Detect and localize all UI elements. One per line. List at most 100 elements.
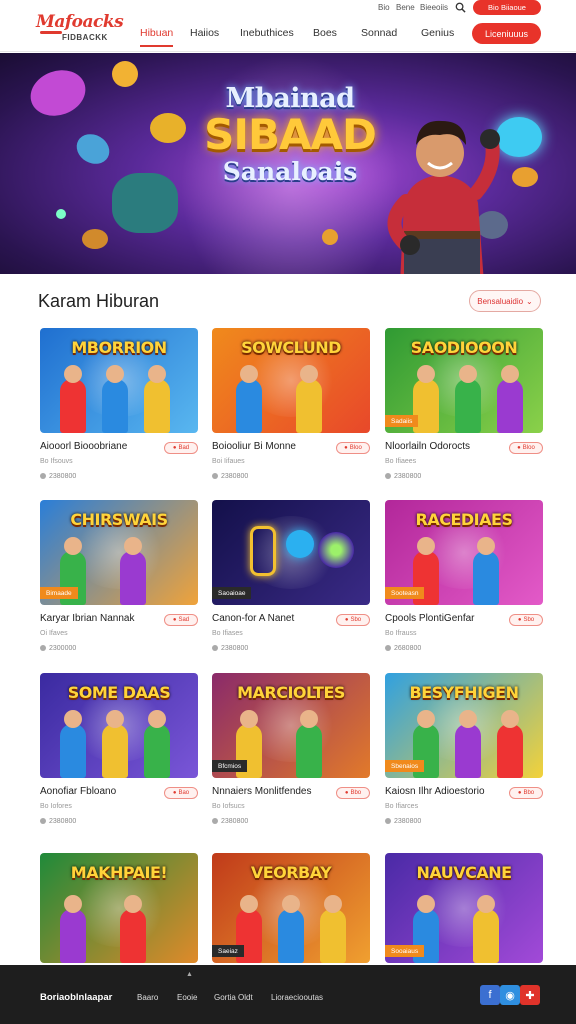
nav-item-6[interactable]: Genius: [421, 27, 454, 39]
game-play-badge[interactable]: ● Bbo: [509, 787, 543, 799]
badge-dot-icon: ●: [517, 445, 521, 451]
game-thumbnail[interactable]: Saoaioae: [212, 500, 370, 605]
game-thumbnail[interactable]: MARCIOLTES Bfcmios: [212, 673, 370, 778]
top-link-2[interactable]: Bene: [396, 3, 415, 12]
game-card[interactable]: RACEDIAES Sooteasn Cpools PlontiGenfar ● Sbo…: [385, 500, 543, 655]
game-player-value: 2300000: [49, 645, 77, 652]
floating-orb-icon: [496, 117, 542, 157]
top-link-1[interactable]: Bio: [378, 3, 390, 12]
game-title[interactable]: Kaiosn Ilhr Adioestorio: [385, 786, 485, 797]
game-thumbnail[interactable]: MBORRION: [40, 328, 198, 433]
game-card[interactable]: SOME DAAS Aonofiar Fbloano ● Bao Bo Iofores 2…: [40, 673, 198, 828]
section-title: Karam Hiburan: [38, 291, 160, 311]
game-card[interactable]: Saoaioae Canon-for A Nanet ● Sbo Bo Ifiases 2…: [212, 500, 370, 655]
nav-item-3[interactable]: Inebuthices: [240, 27, 294, 39]
game-character: [296, 724, 322, 778]
game-thumbnail[interactable]: VEORBAY Saeiaz: [212, 853, 370, 963]
game-subtitle: Oi Ifaves: [40, 630, 68, 637]
footer-link-4[interactable]: Lioraeciooutas: [271, 993, 323, 1002]
game-title[interactable]: Aiooorl Biooobriane: [40, 441, 127, 452]
footer-link-3[interactable]: Gortia Oldt: [214, 993, 253, 1002]
game-card[interactable]: CHIRSWAIS Bimaade Karyar Ibrian Nannak ● Sad…: [40, 500, 198, 655]
top-action-pill[interactable]: Bio Biiaoue: [473, 0, 541, 15]
game-thumbnail[interactable]: SOWCLUND: [212, 328, 370, 433]
game-card[interactable]: SAODIOOON Sadaiis Nloorlailn Odorocts ● Bloo…: [385, 328, 543, 483]
game-badge-label: Bbo: [350, 790, 362, 796]
badge-dot-icon: ●: [344, 790, 349, 796]
chevron-down-icon: ⌄: [526, 296, 533, 306]
game-thumbnail[interactable]: SOME DAAS: [40, 673, 198, 778]
facebook-icon[interactable]: f: [480, 985, 500, 1005]
game-card[interactable]: SOWCLUND Boiooliur Bi Monne ● Bloo Boi Iifau…: [212, 328, 370, 483]
top-action-label: Bio Biiaoue: [488, 3, 526, 12]
game-character: [296, 379, 322, 433]
game-play-badge[interactable]: ● Sad: [164, 614, 198, 626]
game-character: [60, 379, 86, 433]
game-character-head: [148, 365, 166, 383]
game-character-head: [240, 895, 258, 913]
game-player-value: 2380800: [49, 818, 77, 825]
game-card[interactable]: MAKHPAIE!: [40, 853, 198, 965]
game-thumbnail[interactable]: NAUVCANE Sooaiaus: [385, 853, 543, 963]
game-character: [60, 909, 86, 963]
hero-title: Mbainad SIBAAD Sanaloais: [195, 83, 385, 186]
game-character: [473, 909, 499, 963]
game-play-badge[interactable]: ● Bloo: [509, 442, 543, 454]
game-play-badge[interactable]: ● Sbo: [509, 614, 543, 626]
game-title[interactable]: Nloorlailn Odorocts: [385, 441, 470, 452]
hero-banner[interactable]: Mbainad SIBAAD Sanaloais: [0, 53, 576, 274]
game-title[interactable]: Karyar Ibrian Nannak: [40, 613, 135, 624]
game-player-count: 2300000: [40, 645, 76, 652]
game-card[interactable]: VEORBAY Saeiaz: [212, 853, 370, 965]
nav-item-4[interactable]: Boes: [313, 27, 337, 39]
game-play-badge[interactable]: ● Sbo: [336, 614, 370, 626]
game-title[interactable]: Canon-for A Nanet: [212, 613, 294, 624]
game-play-badge[interactable]: ● Bao: [164, 787, 198, 799]
game-title[interactable]: Boiooliur Bi Monne: [212, 441, 296, 452]
game-card[interactable]: NAUVCANE Sooaiaus: [385, 853, 543, 965]
nav-item-5[interactable]: Sonnad: [361, 27, 397, 39]
game-thumbnail[interactable]: CHIRSWAIS Bimaade: [40, 500, 198, 605]
game-subtitle: Bo Ifiaees: [385, 458, 417, 465]
game-play-badge[interactable]: ● Bbo: [336, 787, 370, 799]
footer-brand: Boriaoblnlaapar: [40, 992, 113, 1003]
game-thumbnail-title: SOME DAAS: [67, 683, 171, 702]
floating-snack-icon: [512, 167, 538, 187]
footer-link-2[interactable]: Eooie: [177, 993, 197, 1002]
game-badge-label: Bao: [178, 790, 190, 796]
nav-item-hiburan[interactable]: Hibuan: [140, 27, 174, 47]
header-cta-label: Liceniuuus: [484, 28, 529, 39]
floating-token-icon: [322, 229, 338, 245]
game-card[interactable]: MARCIOLTES Bfcmios Nnnaiers Monlitfendes ● B…: [212, 673, 370, 828]
game-share-icon[interactable]: ✚: [520, 985, 540, 1005]
game-character: [455, 379, 481, 433]
game-character-head: [124, 895, 142, 913]
game-play-badge[interactable]: ● Bad: [164, 442, 198, 454]
game-thumbnail-title: SOWCLUND: [241, 338, 341, 357]
game-title[interactable]: Aonofiar Fbloano: [40, 786, 116, 797]
top-link-3[interactable]: Bieeoiis: [420, 3, 448, 12]
game-character-head: [459, 710, 477, 728]
game-card[interactable]: MBORRION Aiooorl Biooobriane ● Bad Bo Ifsouv…: [40, 328, 198, 483]
game-tag: Saoaioae: [212, 587, 252, 599]
game-thumbnail-title: MAKHPAIE!: [70, 863, 168, 882]
game-character-head: [501, 365, 519, 383]
brand-logo[interactable]: Mafoacks FIDBACKK: [36, 12, 124, 46]
messenger-icon[interactable]: ◉: [500, 985, 520, 1005]
game-play-badge[interactable]: ● Bloo: [336, 442, 370, 454]
game-title[interactable]: Nnnaiers Monlitfendes: [212, 786, 312, 797]
game-card[interactable]: BESYFHIGEN Sbenaios Kaiosn Ilhr Adioestori…: [385, 673, 543, 828]
footer-link-1[interactable]: Baaro: [137, 993, 158, 1002]
game-thumbnail[interactable]: BESYFHIGEN Sbenaios: [385, 673, 543, 778]
game-thumbnail-title: RACEDIAES: [415, 510, 513, 529]
header-cta-button[interactable]: Liceniuuus: [472, 23, 541, 44]
scroll-up-icon[interactable]: ▲: [186, 971, 193, 978]
game-character-head: [300, 365, 318, 383]
search-icon[interactable]: [455, 2, 466, 13]
game-thumbnail[interactable]: RACEDIAES Sooteasn: [385, 500, 543, 605]
nav-item-2[interactable]: Haiios: [190, 27, 219, 39]
section-filter-button[interactable]: Bensaluaidio ⌄: [469, 290, 541, 312]
game-title[interactable]: Cpools PlontiGenfar: [385, 613, 475, 624]
game-thumbnail[interactable]: SAODIOOON Sadaiis: [385, 328, 543, 433]
game-thumbnail[interactable]: MAKHPAIE!: [40, 853, 198, 963]
